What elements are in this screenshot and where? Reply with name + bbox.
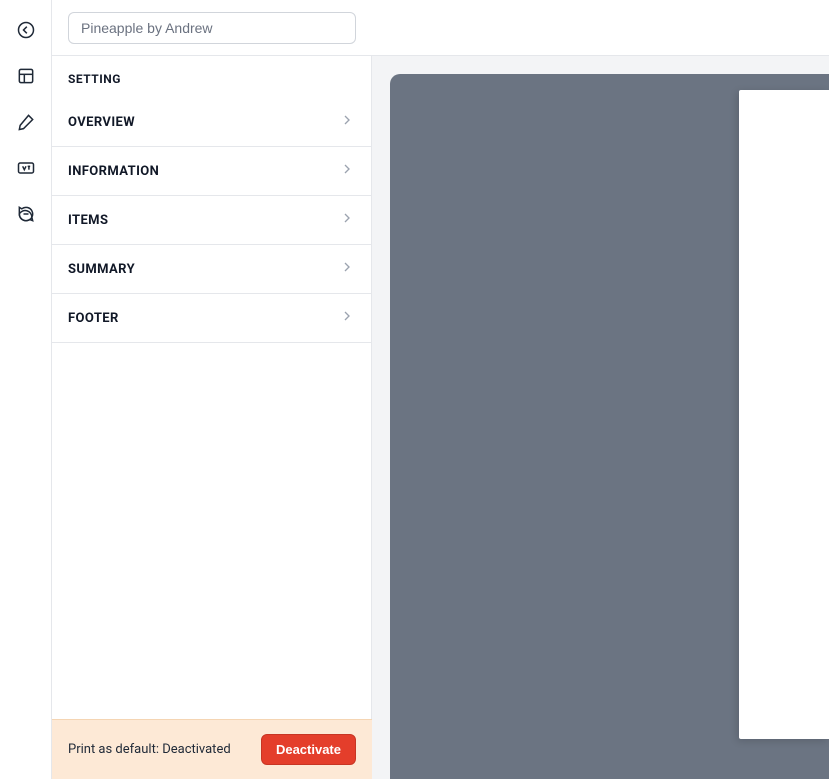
section-footer[interactable]: FOOTER (52, 294, 371, 343)
section-label: SUMMARY (68, 262, 135, 277)
section-label: INFORMATION (68, 164, 159, 179)
settings-panel: SETTING OVERVIEW INFORMATION ITEMS (52, 0, 372, 779)
preview-document (739, 90, 829, 739)
preview-container (372, 56, 829, 779)
section-label: ITEMS (68, 213, 108, 228)
section-summary[interactable]: SUMMARY (52, 245, 371, 294)
back-icon[interactable] (14, 18, 38, 42)
preview-header (372, 0, 829, 56)
header-bar (52, 0, 372, 56)
icon-rail (0, 0, 52, 779)
brush-icon[interactable] (14, 110, 38, 134)
section-heading: SETTING (52, 56, 371, 98)
section-items[interactable]: ITEMS (52, 196, 371, 245)
app-root: SETTING OVERVIEW INFORMATION ITEMS (0, 0, 829, 779)
translate-icon[interactable] (14, 156, 38, 180)
chevron-right-icon (339, 112, 355, 132)
preview-backdrop (390, 74, 829, 779)
chevron-right-icon (339, 308, 355, 328)
section-overview[interactable]: OVERVIEW (52, 98, 371, 147)
section-label: OVERVIEW (68, 115, 135, 130)
default-status-text: Print as default: Deactivated (68, 742, 231, 757)
preview-column (372, 0, 829, 779)
default-status-bar: Print as default: Deactivated Deactivate (52, 719, 372, 779)
chevron-right-icon (339, 210, 355, 230)
section-label: FOOTER (68, 311, 119, 326)
chat-icon[interactable] (14, 202, 38, 226)
section-information[interactable]: INFORMATION (52, 147, 371, 196)
chevron-right-icon (339, 259, 355, 279)
section-list: SETTING OVERVIEW INFORMATION ITEMS (52, 56, 372, 719)
deactivate-button[interactable]: Deactivate (261, 734, 356, 765)
chevron-right-icon (339, 161, 355, 181)
layout-icon[interactable] (14, 64, 38, 88)
template-title-input[interactable] (68, 12, 356, 44)
